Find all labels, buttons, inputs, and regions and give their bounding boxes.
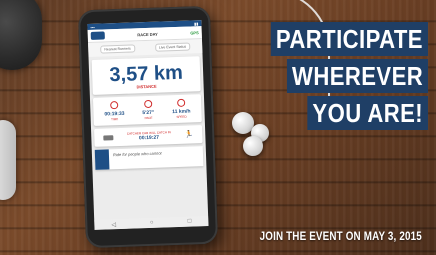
event-date-text: JOIN THE EVENT ON MAY 3, 2015 — [259, 229, 422, 243]
distance-card: 3,57 km DISTANCE — [91, 56, 201, 95]
stat-label: TIME — [111, 117, 119, 122]
stat-pace: 5'27" PACE — [142, 99, 155, 121]
app-logo — [90, 31, 105, 40]
headline-line-3: YOU ARE! — [307, 96, 428, 130]
runner-icon: 🏃 — [184, 131, 194, 139]
car-icon — [103, 134, 114, 141]
photo-scene: ••• ▮▮ RACE DAY GPS Nearest Runners Live … — [0, 0, 436, 255]
app-title: RACE DAY — [137, 31, 158, 37]
tab-nearest-runners[interactable]: Nearest Runners — [100, 44, 135, 54]
ad-text: Ride for people who cannot — [112, 150, 162, 158]
gps-badge: GPS — [190, 29, 199, 35]
catcher-card: CATCHER CAR WILL CATCH IN 00:19:27 🏃 — [94, 125, 203, 147]
tab-live-event-status[interactable]: Live Event Status — [154, 42, 191, 52]
ad-banner[interactable]: Ride for people who cannot — [94, 146, 204, 170]
headline: PARTICIPATE WHEREVER YOU ARE! — [243, 22, 428, 133]
headline-line-2: WHEREVER — [286, 59, 428, 93]
speed-icon — [176, 98, 186, 107]
stat-time: 00:19:33 TIME — [104, 101, 125, 122]
stat-label: SPEED — [176, 114, 187, 119]
stat-label: PACE — [144, 115, 153, 121]
clock-icon — [110, 101, 119, 110]
sneaker — [0, 0, 42, 70]
headline-line-1: PARTICIPATE — [270, 22, 428, 56]
smartphone: ••• ▮▮ RACE DAY GPS Nearest Runners Live … — [77, 5, 219, 249]
recents-icon[interactable]: □ — [188, 219, 192, 225]
app-tabs: Nearest Runners Live Event Status — [88, 39, 203, 58]
back-icon[interactable]: ◁ — [111, 221, 116, 228]
android-nav-bar: ◁ ○ □ — [94, 215, 209, 230]
ad-image — [94, 149, 110, 170]
stat-speed: 11 km/h SPEED — [172, 98, 191, 120]
earbud — [243, 136, 263, 156]
phone-screen: ••• ▮▮ RACE DAY GPS Nearest Runners Live … — [87, 20, 209, 230]
sneaker-white — [0, 120, 16, 200]
pace-icon — [143, 99, 153, 109]
home-icon[interactable]: ○ — [150, 220, 154, 226]
stats-card: 00:19:33 TIME 5'27" PACE 11 km/h SPEED — [92, 94, 202, 126]
